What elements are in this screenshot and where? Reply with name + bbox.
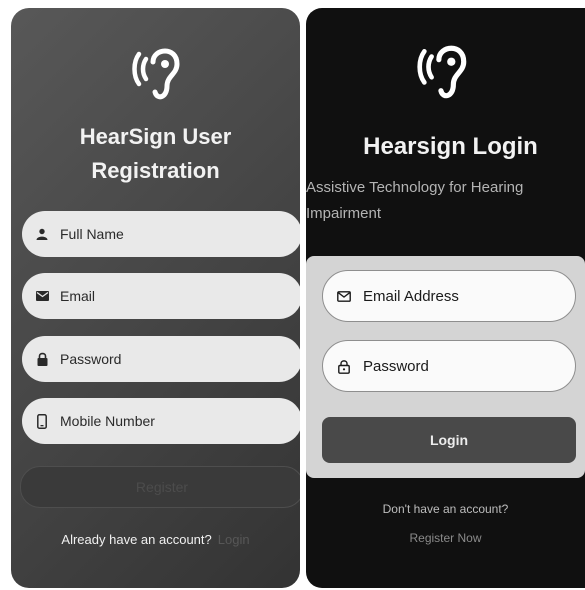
ear-logo-icon <box>129 40 185 104</box>
email-placeholder: Email <box>60 288 96 304</box>
email-address-field[interactable]: Email Address <box>322 270 576 322</box>
login-card: Email Address Password Login <box>306 256 585 478</box>
login-link[interactable]: Login <box>218 532 250 547</box>
lock-icon <box>335 357 353 375</box>
login-title: Hearsign Login <box>363 133 538 160</box>
login-prompt-text: Already have an account? <box>61 532 212 547</box>
mail-icon <box>335 287 353 305</box>
password-field[interactable]: Password <box>22 336 300 382</box>
lock-icon <box>34 351 50 367</box>
login-subtitle-line1: Assistive Technology for Hearing <box>306 179 524 196</box>
register-now-link[interactable]: Register Now <box>306 531 585 545</box>
mail-icon <box>34 288 50 304</box>
phone-icon <box>34 413 50 429</box>
register-button[interactable]: Register <box>20 466 300 508</box>
login-button[interactable]: Login <box>322 417 576 463</box>
registration-title-line2: Registration <box>91 158 220 183</box>
mobile-number-placeholder: Mobile Number <box>60 413 155 429</box>
full-name-field[interactable]: Full Name <box>22 211 300 257</box>
login-prompt: Already have an account? Login <box>11 532 300 547</box>
login-subtitle-line2: Impairment <box>306 205 382 222</box>
login-password-field[interactable]: Password <box>322 340 576 392</box>
full-name-placeholder: Full Name <box>60 226 124 242</box>
registration-title-line1: HearSign User <box>79 124 232 149</box>
person-icon <box>34 226 50 242</box>
mobile-number-field[interactable]: Mobile Number <box>22 398 300 444</box>
password-placeholder: Password <box>60 351 122 367</box>
email-address-placeholder: Email Address <box>363 287 459 305</box>
register-prompt: Don't have an account? <box>382 502 509 516</box>
email-field[interactable]: Email <box>22 273 300 319</box>
registration-screen: HearSign User Registration Full Name Ema… <box>11 8 300 588</box>
login-password-placeholder: Password <box>363 357 429 375</box>
ear-logo-icon <box>414 36 472 104</box>
login-screen: Hearsign Login Assistive Technology for … <box>306 8 585 588</box>
